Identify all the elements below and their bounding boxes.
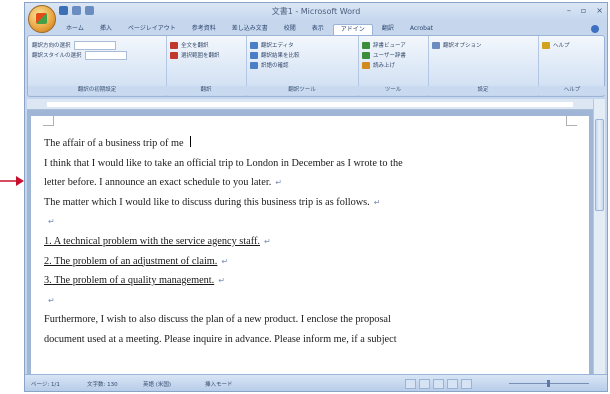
maximize-button[interactable]: ▫ [581,6,586,15]
draft-view-icon[interactable] [461,379,472,389]
group-label: ヘルプ [538,86,606,95]
language-indicator[interactable]: 英語 (米国) [143,380,171,388]
tab-references[interactable]: 参考資料 [185,24,223,34]
margin-corner-mark [43,115,54,126]
full-screen-reading-icon[interactable] [419,379,430,389]
translation-editor-button[interactable]: 翻訳エディタ [250,40,354,50]
window-title: 文書1 - Microsoft Word [271,7,361,16]
help-icon[interactable] [591,25,599,33]
tab-addins[interactable]: アドイン [332,24,373,35]
translate-all-button[interactable]: 全文を翻訳 [170,40,242,50]
page-count[interactable]: ページ: 1/1 [31,380,60,388]
word-window: 文書1 - Microsoft Word – ▫ × ホーム 挿入 ページレイア… [24,2,608,392]
status-bar: ページ: 1/1 文字数: 130 英語 (米国) 挿入モード [25,374,607,391]
doc-list-item: 2. The problem of an adjustment of claim… [44,255,229,267]
group-label: 翻訳ツール [246,86,358,95]
tab-mailings[interactable]: 差し込み文書 [225,24,275,34]
tab-review[interactable]: 校閲 [277,24,303,34]
horizontal-ruler[interactable] [27,99,593,110]
group-translate: 全文を翻訳 選択範囲を翻訳 翻訳 [166,36,247,96]
view-buttons [405,379,472,389]
office-logo-icon [36,13,47,24]
translate-selection-button[interactable]: 選択範囲を翻訳 [170,50,242,60]
group-label: ツール [358,86,428,95]
document-page[interactable]: The affair of a business trip of me I th… [31,115,589,374]
outline-view-icon[interactable] [447,379,458,389]
window-controls: – ▫ × [567,6,603,15]
doc-blank-line: ↵ [44,212,581,232]
group-label: 設定 [428,86,538,95]
doc-list-item: 3. The problem of a quality management. ↵ [44,275,225,287]
title-bar: 文書1 - Microsoft Word – ▫ × [25,3,607,21]
user-dictionary-icon [362,51,370,59]
user-dictionary-button[interactable]: ユーザー辞書 [362,50,424,60]
web-layout-icon[interactable] [433,379,444,389]
group-translation-settings: 翻訳方向の選択 翻訳スタイルの選択 翻訳の初期設定 [28,36,167,96]
translation-direction-item[interactable]: 翻訳方向の選択 [32,40,162,50]
group-help: ヘルプ ヘルプ [538,36,606,96]
tab-home[interactable]: ホーム [59,24,91,34]
group-translation-tools: 翻訳エディタ 翻訳結果を比較 訳語の確認 翻訳ツール [246,36,359,96]
close-button[interactable]: × [596,6,603,15]
paragraph-mark-icon: ↵ [48,217,55,227]
minimize-button[interactable]: – [567,6,571,15]
read-aloud-button[interactable]: 読み上げ [362,60,424,70]
help-book-icon [542,41,550,49]
doc-list-item: 1. A technical problem with the service … [44,235,271,247]
doc-line: I think that I would like to take an off… [44,157,403,169]
speaker-icon [362,61,370,69]
translation-style-item[interactable]: 翻訳スタイルの選択 [32,50,162,60]
compare-results-button[interactable]: 翻訳結果を比較 [250,50,354,60]
ribbon: 翻訳方向の選択 翻訳スタイルの選択 翻訳の初期設定 全文を翻訳 選択範囲を翻訳 … [27,35,606,97]
options-icon [432,41,440,49]
check-words-button[interactable]: 訳語の確認 [250,60,354,70]
paragraph-mark-icon: ↵ [263,236,271,246]
compare-icon [250,51,258,59]
group-label: 翻訳 [166,86,246,95]
vertical-scrollbar[interactable] [593,99,605,374]
doc-line: letter before. I announce an exact sched… [44,177,282,189]
document-area: The affair of a business trip of me I th… [27,110,593,374]
paragraph-mark-icon: ↵ [275,178,282,188]
editor-icon [250,41,258,49]
tab-acrobat[interactable]: Acrobat [403,24,440,34]
doc-line: document used at a meeting. Please inqui… [44,333,397,345]
translate-selection-icon [170,51,178,59]
paragraph-mark-icon: ↵ [218,276,225,286]
office-button[interactable] [28,5,56,33]
group-tools: 辞書ビューア ユーザー辞書 読み上げ ツール [358,36,429,96]
margin-corner-mark [566,115,577,126]
dictionary-viewer-button[interactable]: 辞書ビューア [362,40,424,50]
zoom-slider[interactable] [499,380,599,387]
zoom-knob[interactable] [547,380,550,387]
tab-view[interactable]: 表示 [305,24,331,34]
print-layout-icon[interactable] [405,379,416,389]
ribbon-tabs: ホーム 挿入 ページレイアウト 参考資料 差し込み文書 校閲 表示 アドイン 翻… [59,24,440,35]
paragraph-mark-icon: ↵ [373,197,381,207]
pointer-arrow-icon [0,176,24,186]
text-cursor [189,136,191,147]
tab-translate[interactable]: 翻訳 [375,24,401,34]
document-body[interactable]: The affair of a business trip of me I th… [44,134,581,350]
word-count[interactable]: 文字数: 130 [87,380,118,388]
translation-options-button[interactable]: 翻訳オプション [432,40,534,50]
tab-insert[interactable]: 挿入 [93,24,119,34]
translate-all-icon [170,41,178,49]
doc-blank-line: ↵ [44,291,581,311]
doc-heading: The affair of a business trip of me [44,134,581,154]
ribbon-help-button[interactable]: ヘルプ [542,40,602,50]
direction-dropdown[interactable] [73,40,116,50]
group-settings: 翻訳オプション 設定 [428,36,539,96]
insert-mode[interactable]: 挿入モード [205,380,233,388]
tab-page-layout[interactable]: ページレイアウト [121,24,183,34]
style-dropdown[interactable] [84,50,127,60]
check-icon [250,61,258,69]
doc-line: The matter which I would like to discuss… [44,196,381,208]
paragraph-mark-icon: ↵ [48,295,55,305]
scroll-thumb[interactable] [595,119,604,211]
dictionary-icon [362,41,370,49]
doc-line: Furthermore, I wish to also discuss the … [44,314,391,326]
paragraph-mark-icon: ↵ [221,256,229,266]
group-label: 翻訳の初期設定 [28,86,166,95]
